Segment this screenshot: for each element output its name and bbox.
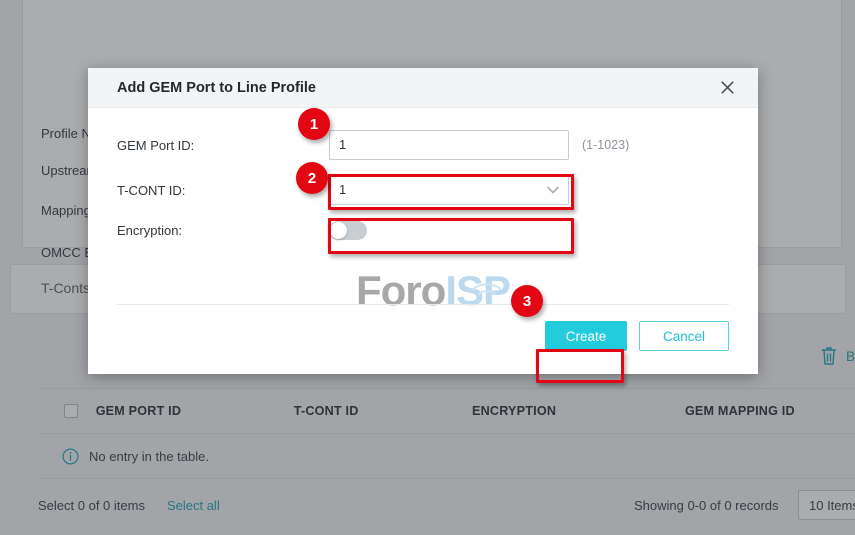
chevron-down-icon — [547, 176, 559, 204]
close-icon[interactable] — [716, 77, 738, 99]
encryption-toggle[interactable] — [329, 221, 367, 240]
modal-body: ForoISP GEM Port ID: 1 (1-1023) T-CONT I… — [88, 108, 758, 332]
screen: Profile Name: DBA_1G (Optional, 1-32 cha… — [0, 0, 855, 535]
watermark-text-foro: Foro — [356, 267, 445, 314]
modal-actions: Create Cancel — [545, 321, 729, 351]
modal-title: Add GEM Port to Line Profile — [117, 80, 716, 96]
encryption-label: Encryption: — [117, 223, 329, 238]
step-badge-2: 2 — [296, 162, 328, 194]
gem-port-id-input[interactable]: 1 — [329, 130, 569, 160]
cancel-button[interactable]: Cancel — [639, 321, 729, 351]
gem-port-id-hint: (1-1023) — [582, 138, 629, 152]
modal-row-t-cont-id: T-CONT ID: 1 — [117, 175, 729, 205]
modal-divider — [117, 304, 729, 305]
t-cont-id-value: 1 — [339, 176, 346, 204]
step-badge-3: 3 — [511, 285, 543, 317]
modal-row-encryption: Encryption: — [117, 221, 729, 240]
wifi-icon — [467, 261, 507, 309]
toggle-knob — [330, 222, 347, 239]
create-button[interactable]: Create — [545, 321, 627, 351]
add-gem-port-modal: Add GEM Port to Line Profile ForoISP — [88, 68, 758, 374]
foroisp-watermark: ForoISP — [356, 267, 510, 315]
step-badge-1: 1 — [298, 108, 330, 140]
gem-port-id-label: GEM Port ID: — [117, 138, 329, 153]
modal-header: Add GEM Port to Line Profile — [88, 68, 758, 108]
modal-row-gem-port-id: GEM Port ID: 1 (1-1023) — [117, 130, 729, 160]
t-cont-id-select[interactable]: 1 — [329, 175, 569, 205]
